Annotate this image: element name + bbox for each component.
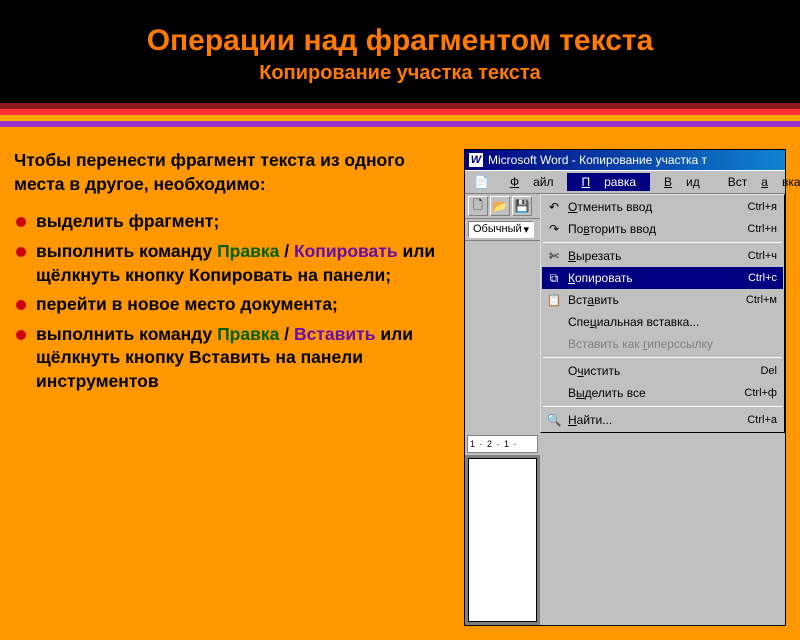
menu-edit[interactable]: Правка: [567, 173, 650, 191]
content-area: Чтобы перенести фрагмент текста из одног…: [0, 127, 800, 640]
menu-separator: [543, 242, 782, 243]
menu-item-copy[interactable]: ⧉ Копировать Ctrl+с: [542, 267, 783, 289]
bullet-list: выделить фрагмент; выполнить команду Пра…: [14, 210, 450, 393]
list-item: выделить фрагмент;: [14, 210, 450, 234]
slide-subtitle: Копирование участка текста: [20, 62, 780, 85]
menu-file[interactable]: Файл: [496, 173, 568, 191]
list-item: выполнить команду Правка / Вставить или …: [14, 323, 450, 394]
menu-view[interactable]: Вид: [650, 173, 714, 191]
list-item: выполнить команду Правка / Копировать ил…: [14, 240, 450, 287]
menubar: 📄 Файл Правка Вид Вставка Формат: [465, 170, 785, 194]
redo-icon: ↷: [546, 221, 562, 237]
ruler: 1 · 2 · 1 ·: [467, 435, 538, 453]
slide-title: Операции над фрагментом текста: [20, 24, 780, 58]
menu-item-cut[interactable]: ✄ Вырезать Ctrl+ч: [542, 245, 783, 267]
menu-item-paste[interactable]: 📋 Вставить Ctrl+м: [542, 289, 783, 311]
edit-dropdown-menu: ↶ Отменить ввод Ctrl+я ↷ Повторить ввод …: [540, 194, 785, 433]
paste-icon: 📋: [546, 292, 562, 308]
menu-separator: [543, 406, 782, 407]
menu-item-select-all[interactable]: Выделить все Ctrl+ф: [542, 382, 783, 404]
cut-icon: ✄: [546, 248, 562, 264]
find-icon: 🔍: [546, 412, 562, 428]
decorative-stripes: [0, 103, 800, 127]
menu-item-redo[interactable]: ↷ Повторить ввод Ctrl+н: [542, 218, 783, 240]
menu-item-find[interactable]: 🔍 Найти... Ctrl+а: [542, 409, 783, 431]
menu-separator: [543, 357, 782, 358]
menu-item-undo[interactable]: ↶ Отменить ввод Ctrl+я: [542, 196, 783, 218]
menu-item-paste-special[interactable]: Специальная вставка...: [542, 311, 783, 333]
screenshot-column: W Microsoft Word - Копирование участка т…: [464, 149, 786, 626]
window-title: Microsoft Word - Копирование участка т: [488, 153, 707, 167]
text-column: Чтобы перенести фрагмент текста из одног…: [14, 149, 450, 626]
menu-item-paste-hyperlink: Вставить как гиперссылку: [542, 333, 783, 355]
style-selector[interactable]: Обычный▾: [468, 221, 534, 238]
titlebar: W Microsoft Word - Копирование участка т: [465, 150, 785, 170]
header: Операции над фрагментом текста Копирован…: [0, 0, 800, 103]
intro-text: Чтобы перенести фрагмент текста из одног…: [14, 149, 450, 196]
ruler-area: 1 · 2 · 1 ·: [465, 433, 540, 625]
menu-item-clear[interactable]: Очистить Del: [542, 360, 783, 382]
list-item: перейти в новое место документа;: [14, 293, 450, 317]
new-doc-icon[interactable]: 🗋: [468, 196, 488, 216]
system-menu-icon[interactable]: 📄: [467, 173, 496, 191]
save-icon[interactable]: 💾: [512, 196, 532, 216]
page: [468, 458, 537, 622]
word-window: W Microsoft Word - Копирование участка т…: [464, 149, 786, 626]
copy-icon: ⧉: [546, 270, 562, 286]
standard-toolbar: 🗋 📂 💾: [465, 194, 540, 219]
open-icon[interactable]: 📂: [490, 196, 510, 216]
formatting-toolbar: Обычный▾: [465, 219, 540, 241]
undo-icon: ↶: [546, 199, 562, 215]
menu-insert[interactable]: Вставка: [714, 173, 800, 191]
word-icon: W: [469, 153, 483, 167]
slide: Операции над фрагментом текста Копирован…: [0, 0, 800, 600]
